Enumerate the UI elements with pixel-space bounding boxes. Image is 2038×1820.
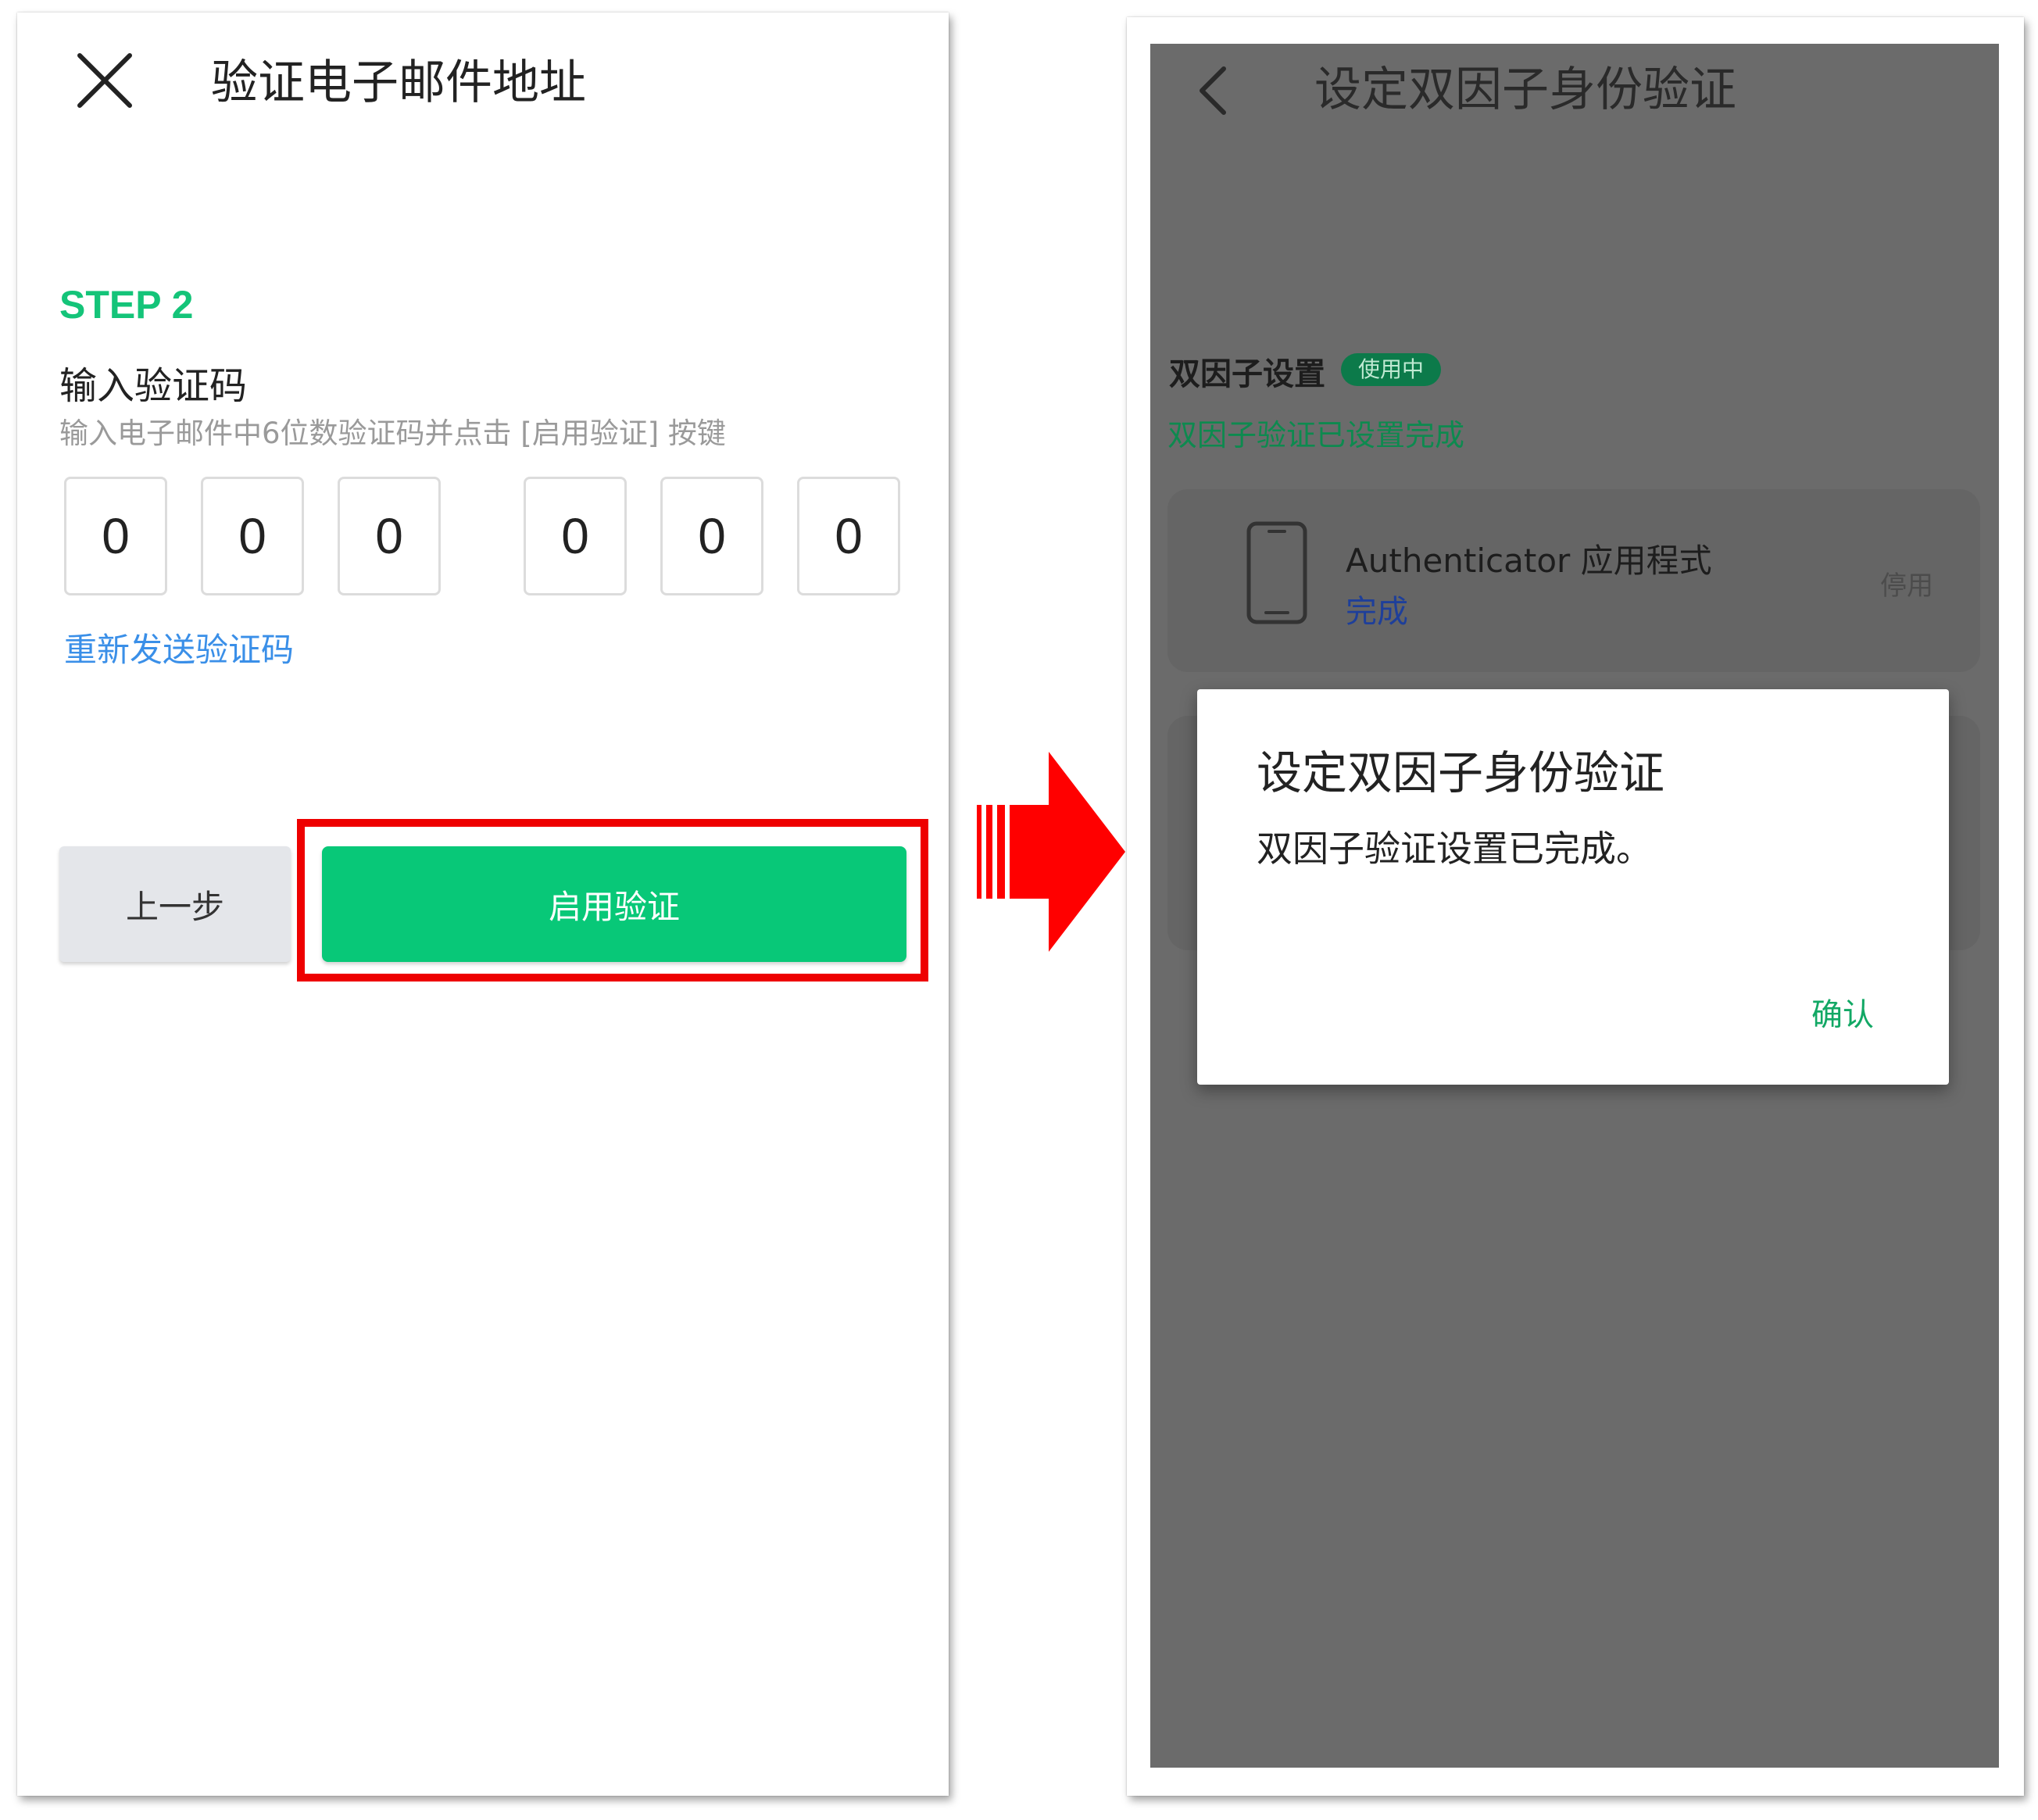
- authenticator-status: 完成: [1346, 594, 1408, 630]
- previous-step-label: 上一步: [125, 887, 224, 926]
- confirm-button[interactable]: 确认: [1811, 989, 1874, 1035]
- code-digit-3[interactable]: 0: [338, 477, 441, 595]
- page-title: 设定双因子身份验证: [1314, 63, 1736, 117]
- back-arrow-icon[interactable]: [1191, 58, 1238, 123]
- authenticator-name: Authenticator 应用程式: [1346, 542, 1712, 580]
- section-description: 输入电子邮件中6位数验证码并点击 [启用验证] 按键: [59, 417, 726, 450]
- code-digit-2[interactable]: 0: [201, 477, 304, 595]
- dimmed-settings-screen: 设定双因子身份验证 双因子设置 使用中 双因子验证已设置完成 Authentic…: [1150, 44, 1999, 1768]
- phone-icon: [1246, 521, 1307, 624]
- page-title: 验证电子邮件地址: [211, 55, 586, 110]
- disable-link[interactable]: 停用: [1880, 564, 1933, 602]
- right-arrow-icon: [977, 752, 1125, 952]
- highlight-frame: [297, 819, 928, 982]
- code-digit-6[interactable]: 0: [797, 477, 900, 595]
- two-factor-status-text: 双因子验证已设置完成: [1167, 418, 1465, 452]
- completion-dialog: 设定双因子身份验证 双因子验证设置已完成。 确认: [1197, 689, 1949, 1085]
- two-factor-settings-label: 双因子设置: [1169, 356, 1325, 392]
- step-label: STEP 2: [59, 283, 194, 327]
- authenticator-card: Authenticator 应用程式 完成 停用: [1167, 489, 1980, 672]
- resend-code-link[interactable]: 重新发送验证码: [64, 624, 294, 671]
- dialog-message: 双因子验证设置已完成。: [1257, 828, 1652, 870]
- status-badge: 使用中: [1341, 353, 1442, 386]
- code-digit-1[interactable]: 0: [64, 477, 167, 595]
- close-icon[interactable]: [72, 48, 138, 113]
- code-digit-5[interactable]: 0: [660, 477, 763, 595]
- dialog-title: 设定双因子身份验证: [1257, 746, 1665, 799]
- previous-step-button[interactable]: 上一步: [59, 846, 291, 962]
- section-title: 输入验证码: [59, 364, 248, 408]
- left-screen: 验证电子邮件地址 STEP 2 输入验证码 输入电子邮件中6位数验证码并点击 […: [17, 13, 949, 1796]
- code-digit-4[interactable]: 0: [524, 477, 627, 595]
